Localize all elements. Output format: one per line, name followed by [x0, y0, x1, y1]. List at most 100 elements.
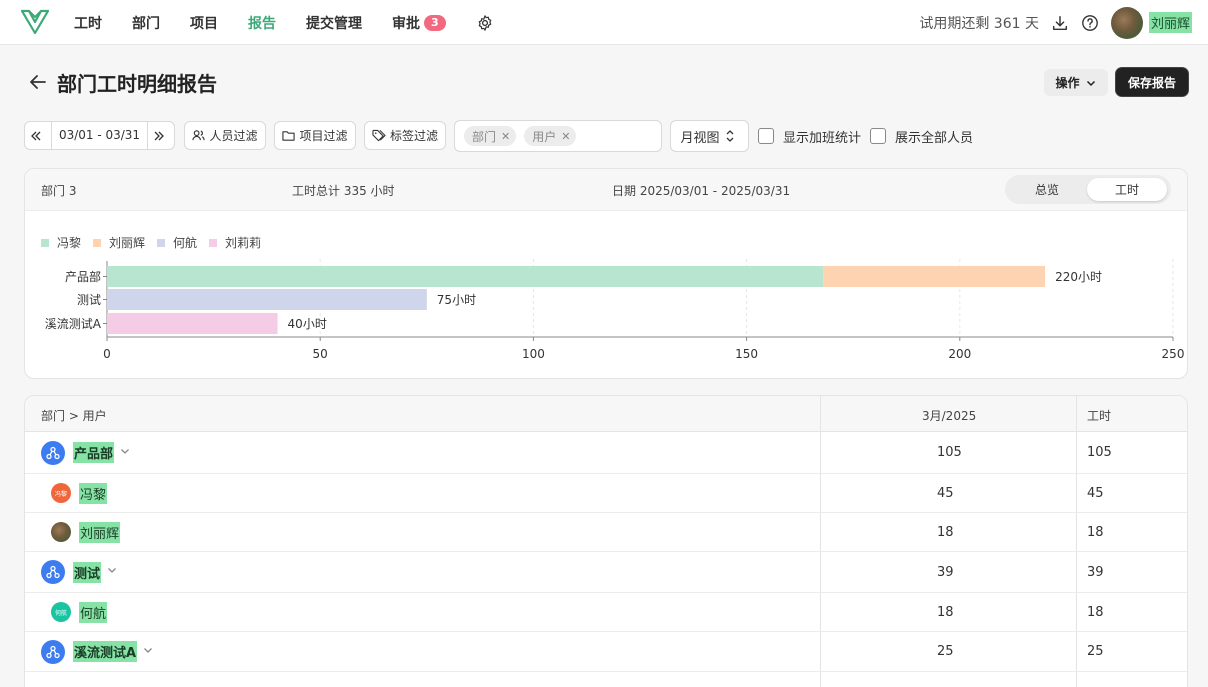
- month-hours-cell: 39: [937, 564, 954, 580]
- x-tick-label: 0: [103, 347, 111, 361]
- show-all-checkbox[interactable]: [870, 128, 886, 144]
- total-hours-cell: 39: [1087, 564, 1104, 580]
- back-arrow-icon[interactable]: [28, 73, 48, 91]
- user-row[interactable]: 刘丽辉 18 18: [25, 513, 1187, 552]
- total-hours-cell: 45: [1087, 485, 1104, 501]
- data-label: 220小时: [1055, 270, 1102, 284]
- user-name: 何航: [79, 601, 108, 623]
- data-label: 75小时: [437, 293, 476, 307]
- user-row[interactable]: 冯黎 冯黎 45 45: [25, 474, 1187, 513]
- x-tick-label: 250: [1162, 347, 1185, 361]
- chip-user-label: 用户: [532, 129, 557, 144]
- next-range-icon[interactable]: [148, 122, 174, 149]
- nav-menu: 工时 部门 项目 报告 提交管理 审批 3: [74, 0, 494, 45]
- nav-right: 试用期还剩 361 天 刘丽辉: [919, 0, 1192, 45]
- nav-item-submissions[interactable]: 提交管理: [306, 13, 362, 33]
- filter-bar: 03/01 - 03/31 人员过滤 项目过滤 标签过滤 部门 ✕ 用户 ✕ 月视图…: [24, 120, 1024, 152]
- show-overtime-label[interactable]: 显示加班统计: [783, 127, 861, 146]
- nav-item-departments[interactable]: 部门: [132, 13, 160, 33]
- project-filter-button[interactable]: 项目过滤: [274, 121, 356, 150]
- y-tick-label: 测试: [77, 292, 101, 307]
- department-row[interactable]: 产品部 105 105: [25, 432, 1187, 474]
- date-range-text[interactable]: 03/01 - 03/31: [51, 122, 148, 149]
- date-range-picker: 03/01 - 03/31: [24, 121, 175, 150]
- chip-department-close-icon[interactable]: ✕: [501, 130, 510, 143]
- month-hours-cell: 45: [937, 485, 954, 501]
- bar-segment: [107, 289, 427, 310]
- department-name: 溪流测试A: [73, 641, 138, 662]
- name-cell: 溪流测试A: [41, 632, 154, 671]
- department-row[interactable]: 测试 39 39: [25, 552, 1187, 593]
- user-avatar: [51, 522, 71, 542]
- user-avatar[interactable]: [1110, 6, 1143, 39]
- department-icon: [41, 440, 65, 465]
- user-avatar: 冯黎: [51, 483, 71, 503]
- department-name: 产品部: [73, 442, 115, 463]
- group-by-chips-input[interactable]: 部门 ✕ 用户 ✕: [454, 120, 662, 152]
- name-cell: 产品部: [41, 432, 131, 473]
- name-cell: 何航 何航: [51, 593, 108, 631]
- name-cell: 冯黎 冯黎: [51, 474, 108, 512]
- y-tick-label: 溪流测试A: [45, 316, 102, 331]
- people-filter-button[interactable]: 人员过滤: [184, 121, 266, 150]
- x-tick-label: 50: [313, 347, 328, 361]
- name-cell: 测试: [41, 552, 118, 592]
- operations-dropdown-button[interactable]: 操作: [1044, 69, 1108, 96]
- bar-segment: [823, 266, 1046, 287]
- tag-filter-button[interactable]: 标签过滤: [364, 121, 446, 150]
- month-hours-cell: 105: [937, 445, 962, 460]
- total-hours-cell: 18: [1087, 604, 1104, 620]
- show-all-label[interactable]: 展示全部人员: [895, 127, 973, 146]
- name-cell: 刘丽辉: [51, 513, 121, 551]
- month-hours-cell: 18: [937, 604, 954, 620]
- approval-count-badge: 3: [424, 14, 446, 31]
- settings-gear-icon[interactable]: [476, 14, 494, 32]
- month-hours-cell: 18: [937, 524, 954, 540]
- chevron-down-icon[interactable]: [114, 445, 131, 461]
- chevron-down-icon: [1086, 80, 1095, 86]
- hours-table: 部门 > 用户 3月/2025 工时 产品部 105 105 冯黎 冯黎 45 45 刘丽辉 1…: [24, 395, 1188, 687]
- user-row[interactable]: 何航 何航 18 18: [25, 593, 1187, 632]
- data-label: 40小时: [288, 317, 327, 331]
- tag-filter-label: 标签过滤: [389, 129, 438, 143]
- app-logo[interactable]: [21, 9, 49, 35]
- help-icon[interactable]: [1081, 14, 1099, 32]
- chevron-down-icon[interactable]: [101, 564, 118, 580]
- operations-label: 操作: [1055, 76, 1080, 90]
- nav-item-approvals-label: 审批: [392, 15, 420, 32]
- department-icon: [41, 560, 65, 584]
- bar-segment: [107, 266, 824, 287]
- total-hours-cell: 18: [1087, 524, 1104, 540]
- save-report-button[interactable]: 保存报告: [1116, 68, 1188, 96]
- prev-range-icon[interactable]: [25, 122, 51, 149]
- show-overtime-checkbox[interactable]: [758, 128, 774, 144]
- user-name: 冯黎: [79, 482, 108, 504]
- department-icon: [41, 639, 65, 664]
- download-icon[interactable]: [1051, 14, 1069, 32]
- user-name: 刘丽辉: [79, 521, 121, 543]
- view-select[interactable]: 月视图: [670, 120, 749, 152]
- hours-bar-chart: 产品部 220小时测试 75小时溪流测试A 40小时 0 50 100 150 200 250: [45, 259, 1185, 361]
- chevron-down-icon[interactable]: [137, 644, 154, 660]
- x-tick-label: 150: [735, 347, 758, 361]
- people-icon: [192, 130, 206, 141]
- y-tick-label: 产品部: [65, 269, 101, 284]
- people-filter-label: 人员过滤: [209, 129, 258, 143]
- chip-user: 用户 ✕: [524, 126, 577, 146]
- nav-item-approvals[interactable]: 审批 3: [392, 13, 446, 33]
- user-name[interactable]: 刘丽辉: [1148, 12, 1192, 33]
- x-tick-label: 100: [522, 347, 545, 361]
- view-select-label: 月视图: [680, 130, 720, 146]
- x-tick-label: 200: [948, 347, 971, 361]
- column-header-month: 3月/2025: [922, 409, 977, 423]
- page-title: 部门工时明细报告: [57, 72, 217, 96]
- nav-item-projects[interactable]: 项目: [190, 13, 218, 33]
- department-row[interactable]: 溪流测试A 25 25: [25, 632, 1187, 672]
- total-hours-cell: 105: [1087, 445, 1112, 460]
- total-hours-cell: 25: [1087, 644, 1104, 659]
- nav-item-hours[interactable]: 工时: [74, 13, 102, 33]
- nav-item-reports[interactable]: 报告: [248, 13, 276, 33]
- department-name: 测试: [73, 561, 102, 583]
- project-filter-label: 项目过滤: [299, 129, 348, 143]
- chip-user-close-icon[interactable]: ✕: [561, 130, 570, 143]
